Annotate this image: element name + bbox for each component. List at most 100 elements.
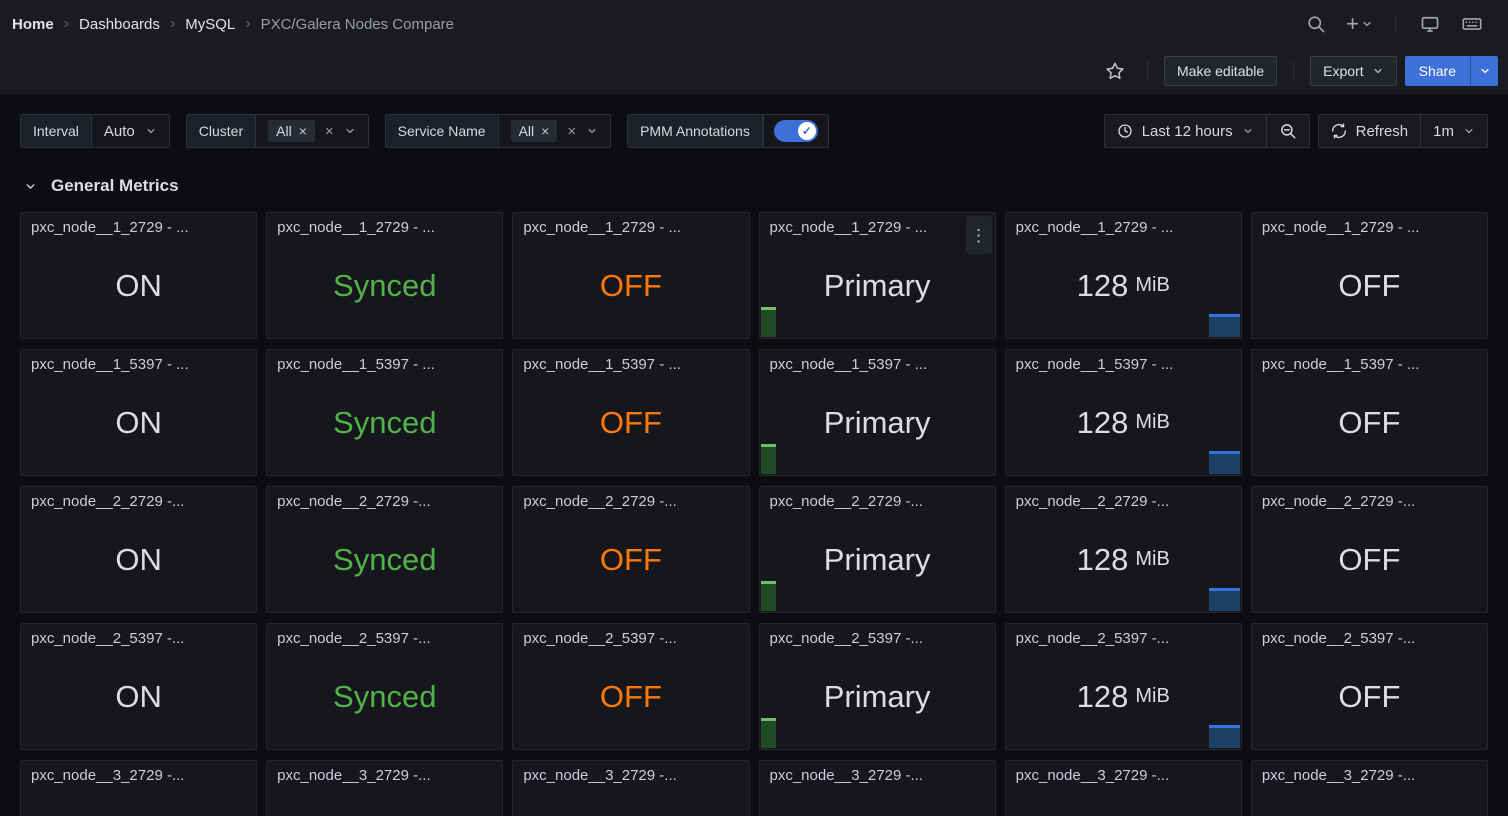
stat-panel: pxc_node__3_2729 -... <box>1005 760 1242 816</box>
panel-value-area <box>513 784 748 816</box>
panel-value-area: 128 MiB <box>1006 510 1241 612</box>
cluster-chip[interactable]: All × <box>268 120 315 142</box>
panel-title[interactable]: pxc_node__3_2729 -... <box>760 761 995 784</box>
panel-title[interactable]: pxc_node__2_5397 -... <box>760 624 995 647</box>
panel-title[interactable]: pxc_node__3_2729 -... <box>267 761 502 784</box>
panel-value-area: Primary <box>760 236 995 338</box>
panel-title[interactable]: pxc_node__1_2729 - ... <box>21 213 256 236</box>
stat-panel: pxc_node__3_2729 -... <box>512 760 749 816</box>
panel-title[interactable]: pxc_node__2_2729 -... <box>513 487 748 510</box>
cluster-select[interactable]: All × × <box>256 115 368 147</box>
interval-select[interactable]: Auto <box>92 115 169 147</box>
panel-title[interactable]: pxc_node__1_5397 - ... <box>267 350 502 373</box>
stat-panel: pxc_node__1_5397 - ... Synced <box>266 349 503 476</box>
panel-title[interactable]: pxc_node__3_2729 -... <box>1006 761 1241 784</box>
panel-value: Synced <box>333 270 436 301</box>
export-button[interactable]: Export <box>1310 56 1396 86</box>
panel-value-area: OFF <box>513 236 748 338</box>
panel-value: ON <box>115 407 162 438</box>
panel-sparkline <box>761 307 776 337</box>
breadcrumb-home[interactable]: Home <box>12 16 54 33</box>
make-editable-button[interactable]: Make editable <box>1164 56 1277 86</box>
monitor-icon[interactable] <box>1414 8 1446 40</box>
section-general-metrics[interactable]: General Metrics <box>24 173 1488 199</box>
divider <box>1395 14 1396 34</box>
panel-title[interactable]: pxc_node__2_2729 -... <box>21 487 256 510</box>
breadcrumb: Home › Dashboards › MySQL › PXC/Galera N… <box>12 15 454 33</box>
panel-menu-button[interactable]: ⋮ <box>966 216 992 254</box>
star-icon[interactable] <box>1099 55 1131 87</box>
panel-title[interactable]: pxc_node__3_2729 -... <box>21 761 256 784</box>
panel-title[interactable]: pxc_node__1_5397 - ... <box>760 350 995 373</box>
panel-title[interactable]: pxc_node__2_5397 -... <box>21 624 256 647</box>
breadcrumb-dashboards[interactable]: Dashboards <box>79 16 160 33</box>
panel-title[interactable]: pxc_node__1_2729 - ... <box>1252 213 1487 236</box>
zoom-out-button[interactable] <box>1266 115 1309 147</box>
panel-value-area: OFF <box>513 510 748 612</box>
breadcrumb-current-page: PXC/Galera Nodes Compare <box>261 16 454 33</box>
share-button[interactable]: Share <box>1405 56 1470 86</box>
pmm-annotations-toggle[interactable]: ✓ <box>774 120 818 142</box>
panel-value-area: 128 MiB <box>1006 373 1241 475</box>
clear-icon[interactable]: × <box>325 123 334 140</box>
stat-panel: pxc_node__1_2729 - ... Primary ⋮ <box>759 212 996 339</box>
panel-title[interactable]: pxc_node__2_5397 -... <box>1252 624 1487 647</box>
service-name-label: Service Name <box>386 115 499 147</box>
panel-sparkline <box>1209 725 1240 748</box>
panel-value-area: 128 MiB <box>1006 647 1241 749</box>
breadcrumb-separator: › <box>245 15 250 33</box>
stat-panel: pxc_node__2_2729 -... 128 MiB <box>1005 486 1242 613</box>
panel-title[interactable]: pxc_node__2_2729 -... <box>1006 487 1241 510</box>
panel-title[interactable]: pxc_node__2_2729 -... <box>760 487 995 510</box>
service-name-chip[interactable]: All × <box>511 120 558 142</box>
stat-panel: pxc_node__1_2729 - ... OFF <box>512 212 749 339</box>
panel-title[interactable]: pxc_node__2_5397 -... <box>1006 624 1241 647</box>
cluster-chip-value: All <box>276 123 292 139</box>
panel-title[interactable]: pxc_node__1_5397 - ... <box>1006 350 1241 373</box>
close-icon[interactable]: × <box>299 123 307 139</box>
panel-title[interactable]: pxc_node__1_2729 - ... <box>1006 213 1241 236</box>
refresh-button[interactable]: Refresh <box>1319 115 1421 147</box>
panel-value-area: ON <box>21 373 256 475</box>
breadcrumb-separator: › <box>64 15 69 33</box>
panel-title[interactable]: pxc_node__3_2729 -... <box>1252 761 1487 784</box>
panel-title[interactable]: pxc_node__3_2729 -... <box>513 761 748 784</box>
time-range-button[interactable]: Last 12 hours <box>1105 115 1266 147</box>
keyboard-icon[interactable] <box>1456 8 1488 40</box>
panel-value: OFF <box>1338 681 1400 712</box>
panel-title[interactable]: pxc_node__1_5397 - ... <box>1252 350 1487 373</box>
chevron-down-icon <box>1242 125 1254 137</box>
stat-panel: pxc_node__1_2729 - ... 128 MiB <box>1005 212 1242 339</box>
panel-title[interactable]: pxc_node__2_5397 -... <box>513 624 748 647</box>
panel-value: Synced <box>333 681 436 712</box>
chevron-down-icon <box>1361 18 1373 30</box>
stat-panel: pxc_node__1_5397 - ... 128 MiB <box>1005 349 1242 476</box>
panel-title[interactable]: pxc_node__2_2729 -... <box>1252 487 1487 510</box>
stat-panel: pxc_node__3_2729 -... <box>266 760 503 816</box>
panel-value-area: OFF <box>1252 373 1487 475</box>
panel-value: 128 <box>1077 407 1129 438</box>
service-name-select[interactable]: All × × <box>499 115 611 147</box>
close-icon[interactable]: × <box>541 123 549 139</box>
plus-icon: + <box>1346 13 1359 35</box>
panel-value-area <box>267 784 502 816</box>
stat-panel: pxc_node__3_2729 -... <box>1251 760 1488 816</box>
panel-title[interactable]: pxc_node__2_5397 -... <box>267 624 502 647</box>
clear-icon[interactable]: × <box>567 123 576 140</box>
panel-value: OFF <box>600 681 662 712</box>
panel-title[interactable]: pxc_node__1_2729 - ... <box>267 213 502 236</box>
panel-title[interactable]: pxc_node__1_5397 - ... <box>513 350 748 373</box>
panel-sparkline <box>1209 451 1240 474</box>
panel-title[interactable]: pxc_node__2_2729 -... <box>267 487 502 510</box>
refresh-interval-select[interactable]: 1m <box>1420 115 1487 147</box>
time-range-value: Last 12 hours <box>1142 123 1233 140</box>
breadcrumb-mysql[interactable]: MySQL <box>185 16 235 33</box>
panel-value-area: Primary <box>760 647 995 749</box>
panel-value: Primary <box>824 681 931 712</box>
panel-title[interactable]: pxc_node__1_2729 - ... <box>513 213 748 236</box>
share-menu-button[interactable] <box>1470 56 1498 86</box>
search-icon[interactable] <box>1300 8 1332 40</box>
new-menu-button[interactable]: + <box>1342 13 1377 35</box>
panel-title[interactable]: pxc_node__1_2729 - ... <box>760 213 995 236</box>
panel-title[interactable]: pxc_node__1_5397 - ... <box>21 350 256 373</box>
